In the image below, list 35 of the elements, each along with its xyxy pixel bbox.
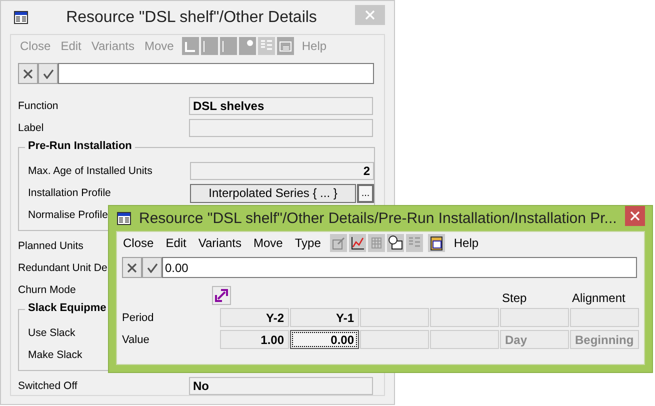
menu-item[interactable]: Edit [160,236,192,250]
field-label: Switched Off [18,380,78,392]
field-label: Label [18,122,44,134]
group-title: Slack Equipme [25,302,110,314]
column-header: Step [501,291,528,305]
field-label: Installation Profile [28,187,111,199]
menu-item[interactable]: Variants [192,236,248,250]
row-label: Period [122,312,154,324]
window-title: Resource "DSL shelf"/Other Details/Pre-Run Installation/Installation Pr... [139,210,617,227]
field-label: Normalise Profile [28,209,108,221]
field-label: Max. Age of Installed Units [28,165,152,177]
table-cell[interactable]: Y-1 [290,308,359,327]
field-label: Function [18,100,58,112]
table-cell[interactable]: 1.00 [220,330,289,349]
field-label: Use Slack [28,327,76,339]
input-field[interactable]: 0.00 [162,257,637,278]
field-label: Churn Mode [18,284,76,296]
more-button[interactable]: ... [357,184,374,202]
field-label: Redundant Unit De [18,262,108,274]
group-title: Pre-Run Installation [25,140,135,152]
column-header: Alignment [571,291,626,305]
menu-item[interactable]: Type [288,236,327,250]
field-label: Planned Units [18,240,84,252]
profile-button[interactable]: Interpolated Series { ... } [190,184,356,202]
table-cell[interactable]: Y-2 [220,308,289,327]
row-label: Value [122,334,150,346]
menu-item[interactable]: Close [117,236,160,250]
field-label: Make Slack [28,349,82,361]
value-field[interactable]: 2 [190,162,374,180]
menu-item[interactable]: Help [448,236,485,250]
table-cell[interactable]: 0.00 [290,330,359,349]
value-field[interactable]: DSL shelves [189,97,373,115]
value-field[interactable]: No [189,377,373,395]
window-title: Resource "DSL shelf"/Other Details [65,8,318,26]
menu-item[interactable]: Move [248,236,289,250]
